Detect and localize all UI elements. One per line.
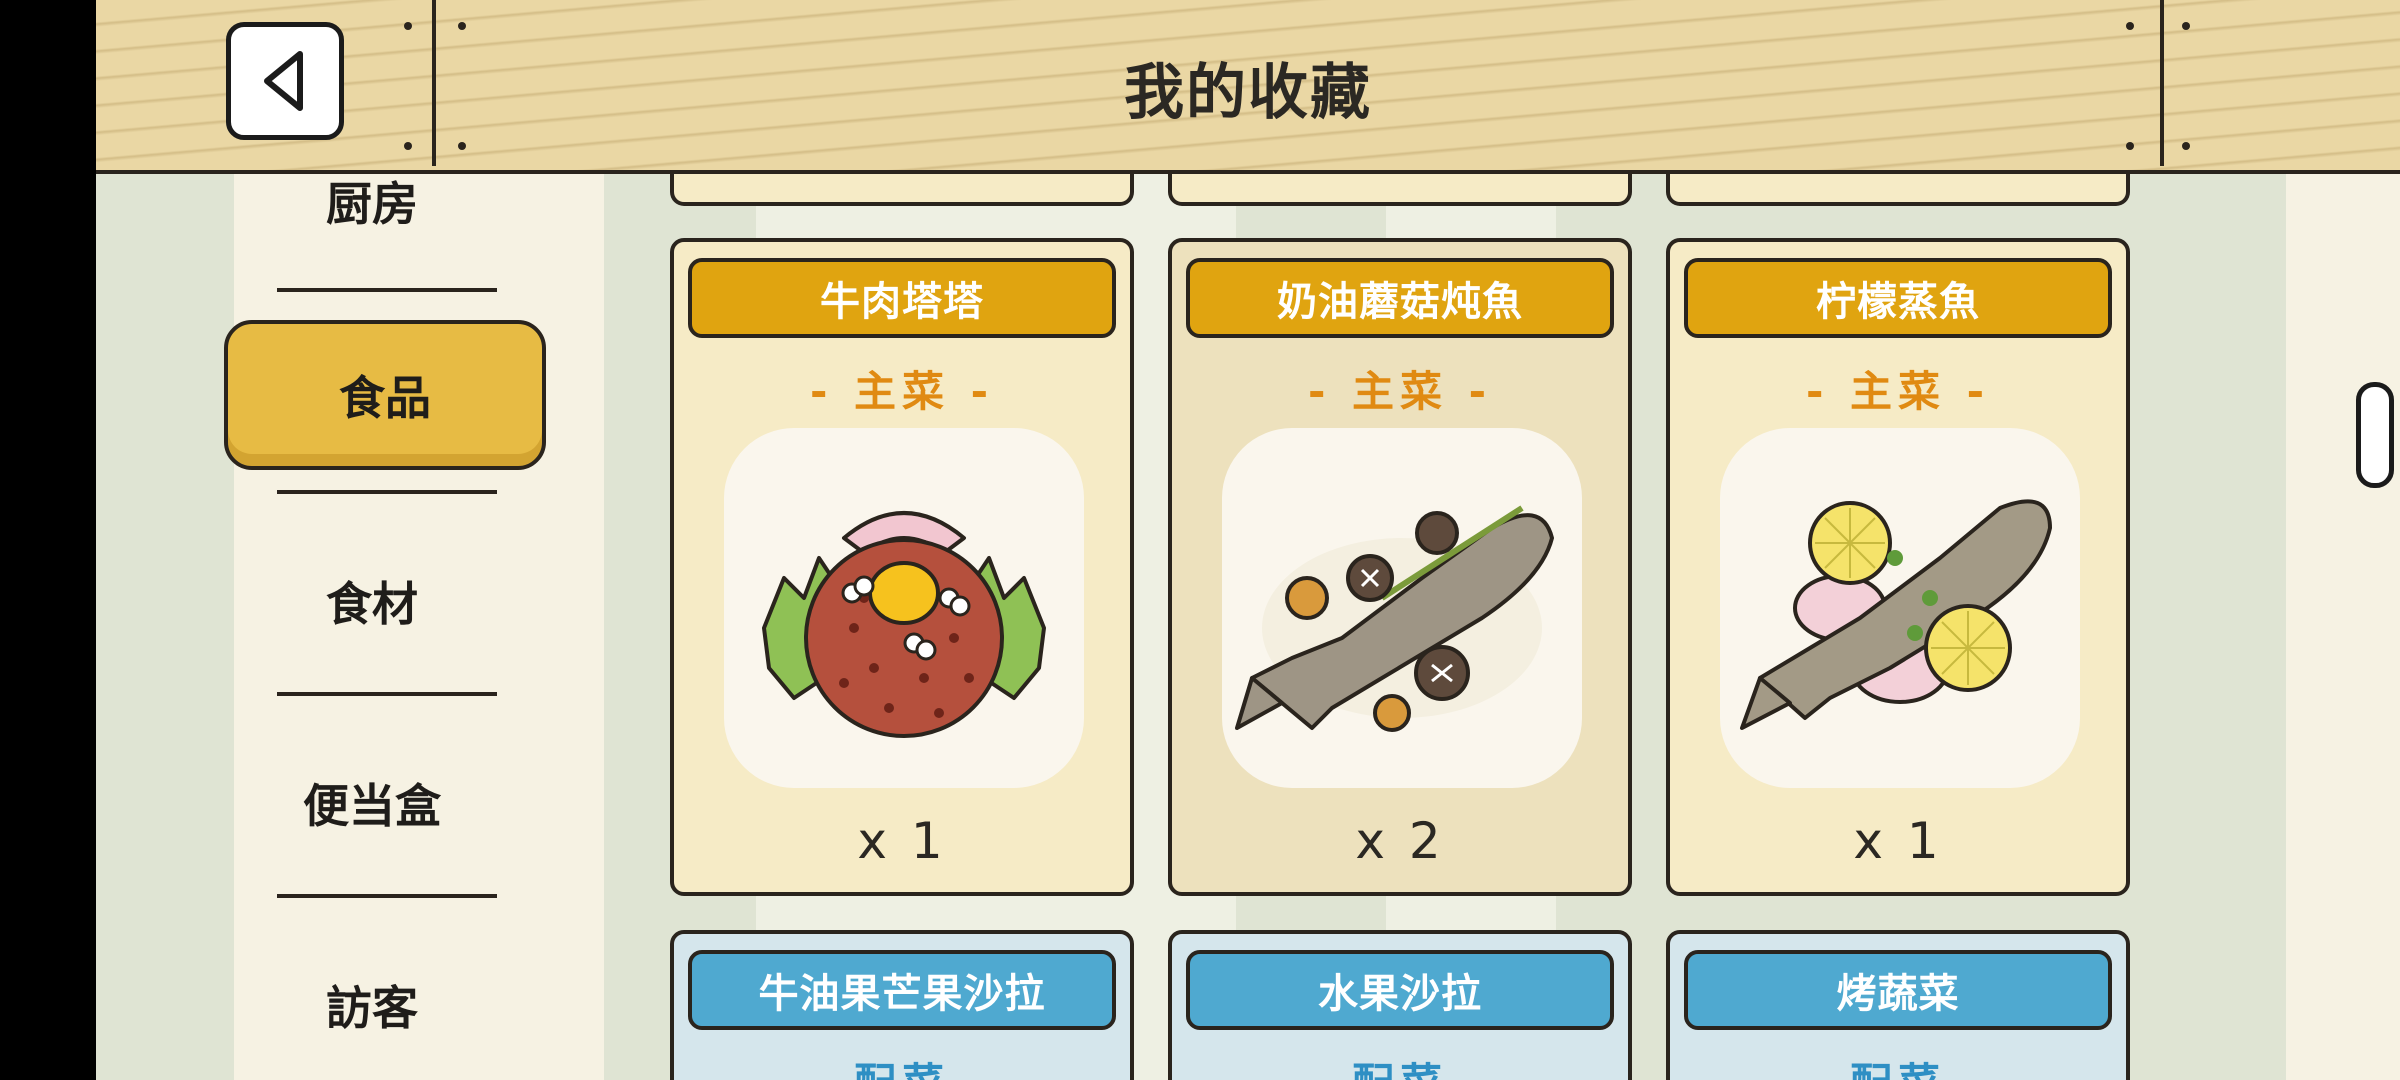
beef-tartare-icon [762, 511, 1046, 738]
card-title: 奶油蘑菇炖魚 [1186, 258, 1614, 338]
nail-icon [2182, 142, 2190, 150]
card-title: 烤蔬菜 [1684, 950, 2112, 1030]
sidebar-item-label: 食品 [339, 371, 431, 425]
collection-card-steamed-lemon-fish[interactable]: 柠檬蒸魚 - 主菜 - x 1 [1666, 238, 2130, 896]
food-plate [1222, 428, 1582, 788]
steamed-lemon-fish-icon [1740, 499, 2052, 730]
sidebar-divider [277, 894, 497, 898]
card-category: - 主菜 - [1805, 367, 1991, 416]
sidebar-item-kitchen[interactable]: 厨房 [222, 168, 522, 234]
nail-icon [404, 22, 412, 30]
page-title: 我的收藏 [1124, 58, 1372, 128]
sidebar-divider [277, 288, 497, 292]
nail-icon [458, 142, 466, 150]
sidebar-item-food[interactable]: 食品 [224, 320, 546, 470]
nail-icon [2126, 22, 2134, 30]
collection-card-beef-tartare[interactable]: 牛肉塔塔 - 主菜 - x 1 [670, 238, 1134, 896]
collection-card-grilled-vegetables[interactable]: 烤蔬菜 - 配菜 - [1666, 930, 2130, 1080]
food-plate [1720, 428, 2080, 788]
sidebar-divider [277, 490, 497, 494]
sidebar-divider [277, 692, 497, 696]
sidebar-item-ingredients[interactable]: 食材 [222, 568, 522, 634]
card-quantity: x 1 [857, 812, 947, 870]
card-category: - 配菜 - [674, 1050, 1130, 1080]
header-bar: 我的收藏 [96, 0, 2400, 174]
nail-icon [404, 142, 412, 150]
card-category: - 配菜 - [1670, 1050, 2126, 1080]
mushroom-fish-stew-icon [1235, 505, 1554, 732]
collection-card-avocado-mango-salad[interactable]: 牛油果芒果沙拉 - 配菜 - [670, 930, 1134, 1080]
card-title: 牛油果芒果沙拉 [688, 950, 1116, 1030]
nail-icon [2126, 142, 2134, 150]
card-category: - 主菜 - [1307, 367, 1493, 416]
card-quantity: x 2 [1355, 812, 1445, 870]
sidebar-item-bento-box[interactable]: 便当盒 [222, 770, 522, 836]
card-category: - 配菜 - [1172, 1050, 1628, 1080]
app-screen: 厨房 食品 食材 便当盒 訪客 牛肉塔塔 - 主菜 - x 1 奶油蘑菇炖魚 -… [96, 0, 2400, 1080]
card-title: 水果沙拉 [1186, 950, 1614, 1030]
nail-icon [458, 22, 466, 30]
collection-card-fruit-salad[interactable]: 水果沙拉 - 配菜 - [1168, 930, 1632, 1080]
card-quantity: x 1 [1853, 812, 1943, 870]
food-plate [724, 428, 1084, 788]
card-title: 牛肉塔塔 [688, 258, 1116, 338]
collection-card-mushroom-fish-stew[interactable]: 奶油蘑菇炖魚 - 主菜 - x 2 [1168, 238, 1632, 896]
card-title: 柠檬蒸魚 [1684, 258, 2112, 338]
nail-icon [2182, 22, 2190, 30]
card-category: - 主菜 - [809, 367, 995, 416]
scrollbar-thumb[interactable] [2356, 382, 2394, 488]
sidebar-item-visitors[interactable]: 訪客 [222, 972, 522, 1038]
